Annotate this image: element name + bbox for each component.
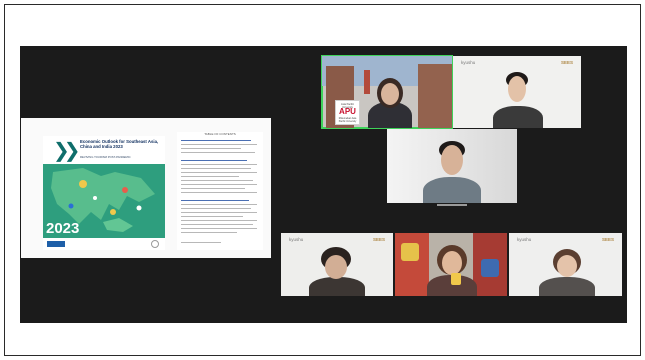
- decor-item: [481, 259, 499, 277]
- brand-right: SEES: [601, 237, 614, 242]
- toc-line: [181, 204, 257, 206]
- toc-line: [181, 200, 249, 202]
- toc-line: [181, 168, 251, 170]
- toc-line: [181, 232, 237, 234]
- toc-line: [181, 180, 253, 182]
- toc-line: [181, 164, 257, 166]
- toc-line: [181, 220, 257, 222]
- brand-left: kyushu: [461, 60, 476, 65]
- video-tile-participant-4[interactable]: kyushu SEES: [281, 233, 393, 296]
- university-sign: Asia Pacific University APU Ritsumeikan …: [335, 100, 360, 125]
- participant-body: [309, 277, 365, 296]
- participant-body: [423, 177, 481, 203]
- toc-line: [181, 152, 255, 154]
- video-tile-participant-5[interactable]: [395, 233, 507, 296]
- brand-right: SEES: [560, 60, 573, 65]
- brand-right: SEES: [372, 237, 385, 242]
- video-tile-participant-6[interactable]: kyushu SEES: [509, 233, 622, 296]
- chevron-logo-icon: ❯❯: [53, 138, 80, 162]
- cover-subtitle: REVIVING TOURISM POST-PANDEMIC: [80, 155, 131, 159]
- toc-line: [181, 172, 257, 174]
- toc-line: [181, 208, 251, 210]
- cover-year: 2023: [46, 220, 80, 237]
- presenter-face: [381, 83, 399, 105]
- toc-line: [181, 160, 247, 162]
- video-tile-participant-2[interactable]: kyushu SEES: [453, 56, 581, 128]
- oecd-logo: [47, 241, 65, 247]
- brand-left: kyushu: [289, 237, 304, 242]
- shared-screen[interactable]: ❯❯ Economic Outlook for Southeast Asia, …: [21, 118, 271, 258]
- divider-bar: [437, 204, 467, 206]
- toc-line: [181, 144, 257, 146]
- toc-line: [181, 188, 245, 190]
- toc-line: [181, 216, 243, 218]
- seal-icon: [151, 240, 159, 248]
- toc-line: [181, 140, 251, 142]
- table-of-contents: TABLE OF CONTENTS: [177, 132, 263, 250]
- brand-left: kyushu: [517, 237, 532, 242]
- toc-line: [181, 242, 221, 244]
- participant-face: [557, 255, 577, 277]
- sign-bottom-text: Ritsumeikan Asia Pacific University: [338, 118, 357, 123]
- held-object: [451, 273, 461, 285]
- participant-body: [539, 277, 595, 296]
- toc-line: [181, 184, 257, 186]
- participant-body: [493, 106, 543, 128]
- tower: [364, 70, 370, 94]
- toc-line: [181, 176, 239, 178]
- apu-logo: APU: [339, 107, 356, 116]
- participant-face: [325, 255, 347, 279]
- toc-line: [181, 148, 241, 150]
- decor-item: [401, 243, 419, 261]
- toc-line: [181, 212, 257, 214]
- building-right: [418, 64, 452, 128]
- participant-face: [441, 145, 463, 175]
- video-tile-presenter[interactable]: Asia Pacific University APU Ritsumeikan …: [321, 55, 453, 129]
- toc-line: [181, 228, 257, 230]
- cover-title: Economic Outlook for Southeast Asia, Chi…: [80, 139, 159, 149]
- participant-face: [442, 251, 462, 275]
- participant-face: [508, 76, 526, 102]
- toc-title: TABLE OF CONTENTS: [204, 132, 236, 136]
- toc-line: [181, 224, 253, 226]
- video-tile-participant-3[interactable]: [387, 129, 517, 203]
- report-cover: ❯❯ Economic Outlook for Southeast Asia, …: [43, 136, 165, 250]
- toc-line: [181, 192, 257, 194]
